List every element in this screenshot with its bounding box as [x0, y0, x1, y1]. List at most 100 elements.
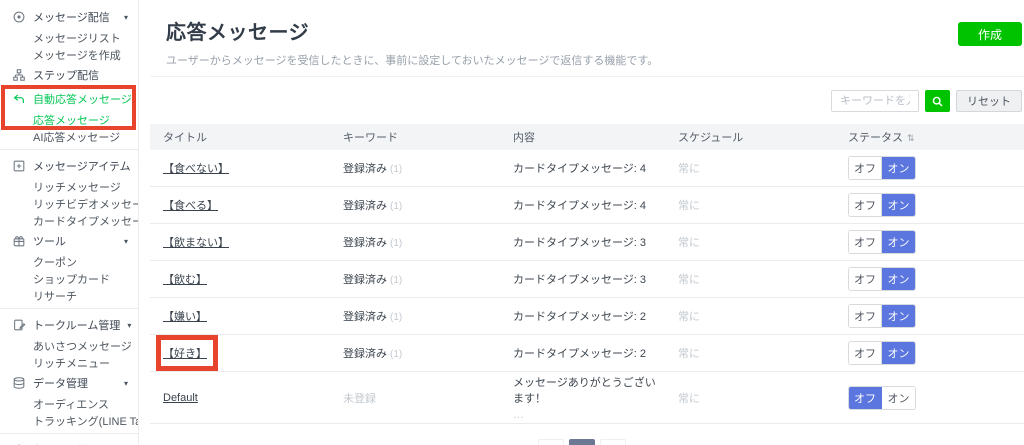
- sidebar-item-auto-response-message[interactable]: 自動応答メッセージ▾: [0, 87, 138, 111]
- sidebar-item-rich-menu[interactable]: リッチメニュー: [0, 354, 138, 371]
- sidebar-item-data-management[interactable]: データ管理 ▾: [0, 371, 138, 395]
- status-off-button[interactable]: オフ: [849, 194, 882, 216]
- status-off-button[interactable]: オフ: [849, 342, 882, 364]
- pagination-prev[interactable]: ‹: [537, 439, 564, 445]
- sidebar-item-talk-room-management[interactable]: トークルーム管理 ▾: [0, 313, 138, 337]
- status-on-button[interactable]: オン: [882, 194, 915, 216]
- row-schedule: 常に: [678, 274, 700, 286]
- sitemap-icon: [12, 68, 26, 82]
- sidebar-item-label: リッチメニュー: [33, 357, 110, 370]
- page-title: 応答メッセージ: [166, 22, 310, 44]
- sidebar-item-label: ショップカード: [33, 273, 110, 286]
- search-bar: リセット: [139, 90, 1022, 112]
- keyword-count: (1): [390, 238, 403, 249]
- table-row: 【食べる】 登録済み (1) カードタイプメッセージ: 4 常に オフ オン: [150, 187, 1024, 224]
- table-row: 【飲まない】 登録済み (1) カードタイプメッセージ: 3 常に オフ オン: [150, 224, 1024, 261]
- sidebar-item-label: AI応答メッセージ: [33, 131, 121, 144]
- table-header: タイトル キーワード 内容 スケジュール ステータス ⇅: [150, 124, 1024, 150]
- status-on-button[interactable]: オン: [882, 268, 915, 290]
- sidebar-item-tools[interactable]: ツール ▾: [0, 229, 138, 253]
- sidebar-item-message-broadcast[interactable]: メッセージ配信 ▾: [0, 5, 138, 29]
- sidebar-item-audience[interactable]: オーディエンス: [0, 395, 138, 412]
- sidebar-item-label: メッセージリスト: [33, 32, 121, 45]
- row-title-link[interactable]: 【嫌い】: [163, 311, 207, 323]
- status-on-button[interactable]: オン: [882, 386, 915, 409]
- sidebar-item-response-message[interactable]: 応答メッセージ: [0, 111, 138, 128]
- row-content: カードタイプメッセージ: 2: [513, 348, 647, 360]
- status-toggle: オフ オン: [848, 230, 916, 254]
- column-header: タイトル: [163, 132, 207, 144]
- row-title-link[interactable]: Default: [163, 392, 198, 404]
- sidebar-item-gain-friends[interactable]: 友だちを増やす: [0, 438, 138, 445]
- status-off-button[interactable]: オフ: [849, 305, 882, 327]
- table-row: Default 未登録 メッセージありがとうございます！ … 常に オフ オン: [150, 372, 1024, 424]
- main-content: 応答メッセージ ユーザーからメッセージを受信したときに、事前に設定しておいたメッ…: [139, 0, 1024, 445]
- sidebar-item-label: トークルーム管理: [33, 320, 121, 332]
- row-schedule: 常に: [678, 311, 700, 323]
- column-header[interactable]: ステータス ⇅: [835, 129, 1024, 145]
- sort-icon[interactable]: ⇅: [907, 133, 915, 143]
- row-schedule: 常に: [678, 348, 700, 360]
- status-toggle: オフ オン: [848, 385, 916, 410]
- row-content: カードタイプメッセージ: 2: [513, 311, 647, 323]
- sidebar-item-greeting-message[interactable]: あいさつメッセージ: [0, 337, 138, 354]
- reply-icon: [12, 92, 26, 106]
- status-off-button[interactable]: オフ: [849, 386, 882, 409]
- database-icon: [12, 376, 26, 390]
- column-header: スケジュール: [678, 132, 744, 144]
- status-off-button[interactable]: オフ: [849, 231, 882, 253]
- sidebar-item-tracking-line-tag[interactable]: トラッキング(LINE Tag): [0, 412, 138, 429]
- sidebar-item-label: メッセージアイテム: [33, 161, 131, 173]
- row-content: カードタイプメッセージ: 4: [513, 200, 647, 212]
- sidebar-divider: [0, 308, 138, 309]
- sidebar-item-message-list[interactable]: メッセージリスト: [0, 29, 138, 46]
- pagination-next[interactable]: ›: [599, 439, 626, 445]
- create-button[interactable]: 作成: [958, 22, 1022, 46]
- status-off-button[interactable]: オフ: [849, 157, 882, 179]
- sidebar-item-message-item[interactable]: メッセージアイテム▾: [0, 154, 138, 178]
- status-on-button[interactable]: オン: [882, 157, 915, 179]
- sidebar-item-research[interactable]: リサーチ: [0, 287, 138, 304]
- sidebar-item-rich-video-message[interactable]: リッチビデオメッセージ: [0, 195, 138, 212]
- plus-square-icon: [12, 159, 26, 173]
- row-title-link[interactable]: 【食べない】: [163, 163, 229, 175]
- sidebar-item-label: メッセージを作成: [33, 49, 121, 62]
- broadcast-icon: [12, 10, 26, 24]
- row-schedule: 常に: [678, 392, 700, 405]
- row-title-link[interactable]: 【飲む】: [163, 274, 207, 286]
- row-title-link[interactable]: 【好き】: [163, 348, 207, 360]
- keyword-count: (1): [390, 349, 403, 360]
- sidebar-item-label: トラッキング(LINE Tag): [33, 415, 138, 428]
- row-content: メッセージありがとうございます！: [513, 377, 656, 405]
- row-title-link[interactable]: 【飲まない】: [163, 237, 229, 249]
- sidebar-item-label: あいさつメッセージ: [33, 340, 132, 353]
- sidebar-item-shop-card[interactable]: ショップカード: [0, 270, 138, 287]
- sidebar-item-rich-message[interactable]: リッチメッセージ: [0, 178, 138, 195]
- sidebar-item-card-type-message[interactable]: カードタイプメッセージ: [0, 212, 138, 229]
- sidebar-item-label: ステップ配信: [33, 70, 99, 82]
- search-icon: [931, 95, 944, 108]
- sidebar-item-step-delivery[interactable]: ステップ配信: [0, 63, 138, 87]
- status-off-button[interactable]: オフ: [849, 268, 882, 290]
- reset-button[interactable]: リセット: [956, 90, 1022, 112]
- keyword-count: (1): [390, 312, 403, 323]
- row-schedule: 常に: [678, 237, 700, 249]
- sidebar-item-ai-response-message[interactable]: AI応答メッセージ: [0, 128, 138, 145]
- row-schedule: 常に: [678, 200, 700, 212]
- pagination-current[interactable]: 1: [568, 439, 595, 445]
- status-on-button[interactable]: オン: [882, 342, 915, 364]
- row-content-more: …: [513, 409, 524, 421]
- sidebar-item-label: ツール: [33, 236, 66, 248]
- keyword-input[interactable]: [831, 90, 919, 112]
- status-on-button[interactable]: オン: [882, 231, 915, 253]
- keyword-status: 登録済み: [343, 348, 387, 360]
- search-button[interactable]: [925, 90, 950, 112]
- row-schedule: 常に: [678, 163, 700, 175]
- status-on-button[interactable]: オン: [882, 305, 915, 327]
- sidebar-item-coupon[interactable]: クーポン: [0, 253, 138, 270]
- row-title-link[interactable]: 【食べる】: [163, 200, 218, 212]
- table-row: 【好き】 登録済み (1) カードタイプメッセージ: 2 常に オフ オン: [150, 335, 1024, 372]
- keyword-status: 未登録: [343, 392, 376, 405]
- keyword-status: 登録済み: [343, 200, 387, 212]
- sidebar-item-message-create[interactable]: メッセージを作成: [0, 46, 138, 63]
